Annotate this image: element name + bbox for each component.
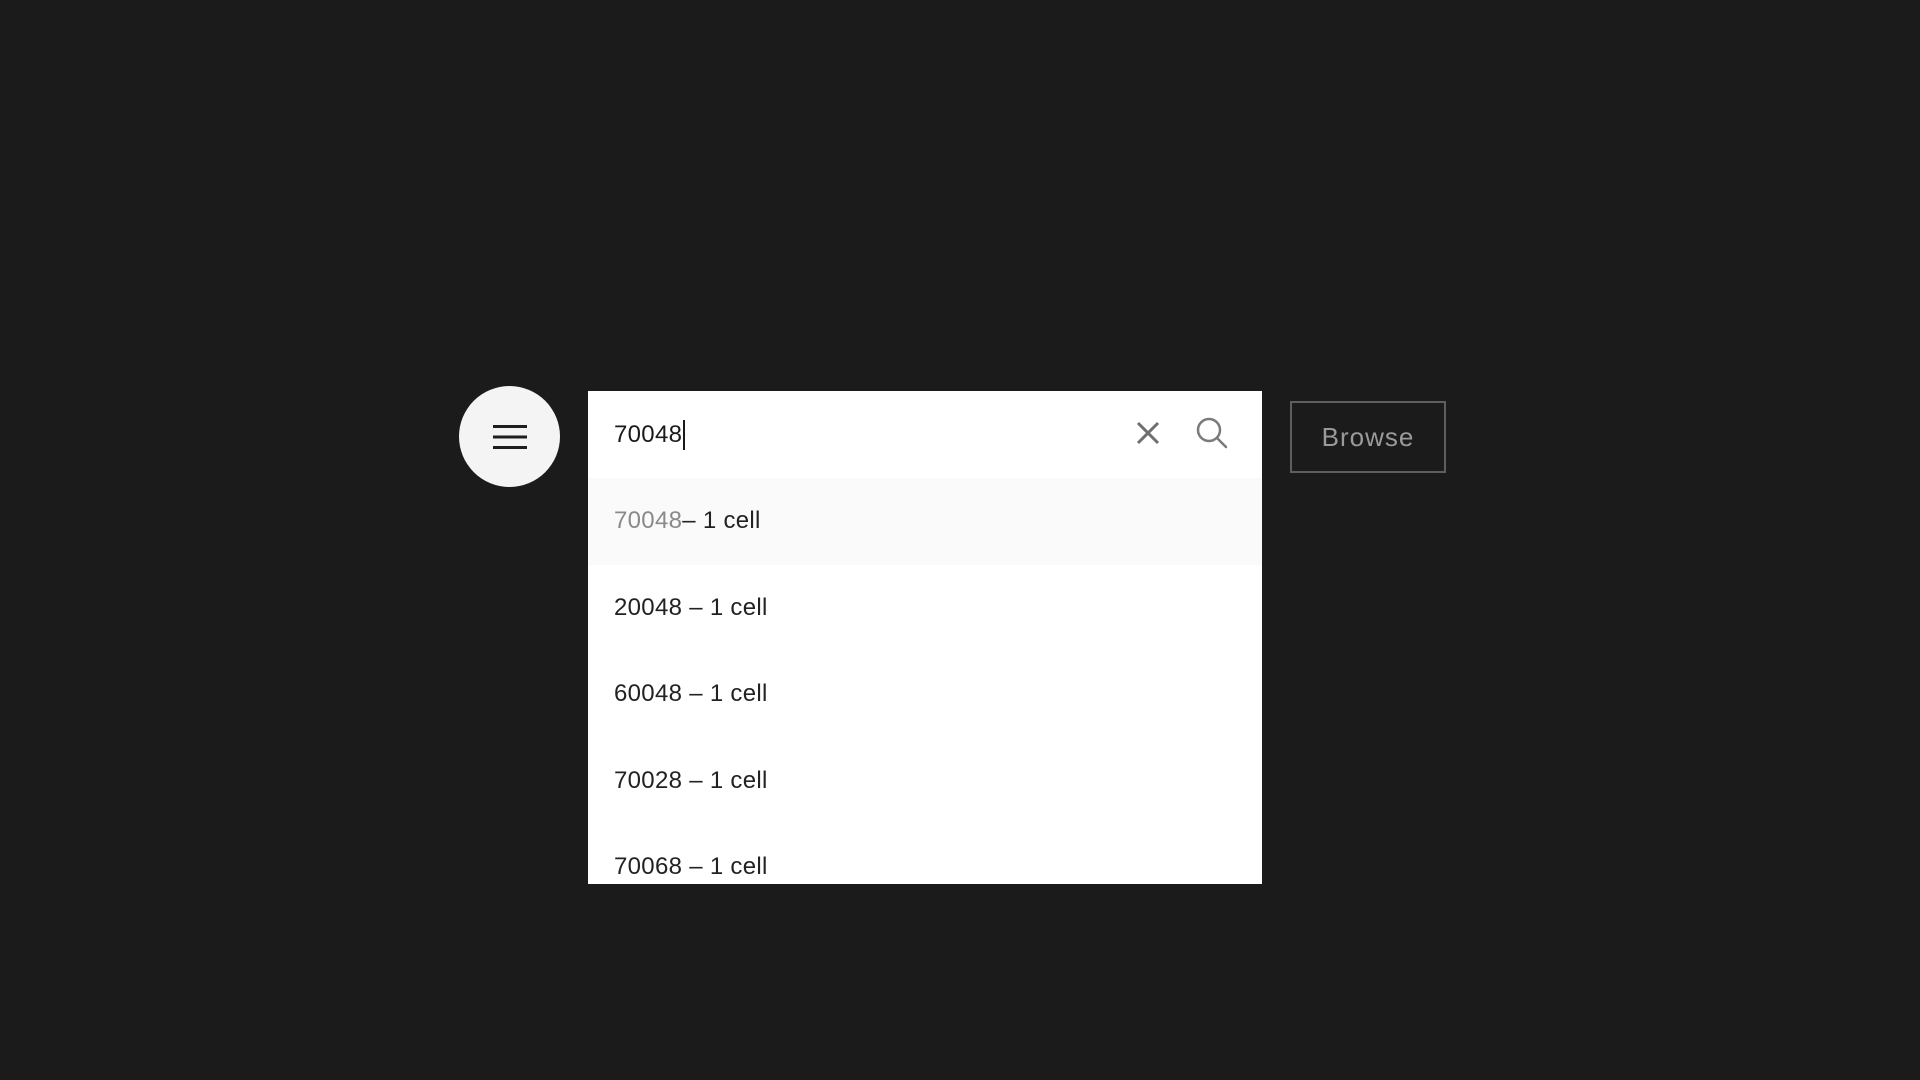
suggestion-text: – 1 cell (682, 507, 761, 535)
search-icon (1195, 416, 1229, 455)
suggestion-text: 20048 – 1 cell (614, 593, 768, 621)
suggestion-item[interactable]: 70068 – 1 cell (588, 824, 1262, 884)
suggestion-item[interactable]: 70028 – 1 cell (588, 738, 1262, 825)
search-input[interactable]: 70048 (614, 391, 686, 478)
clear-button[interactable] (1128, 415, 1168, 455)
suggestions-dropdown: 70048 – 1 cell 20048 – 1 cell 60048 – 1 … (588, 478, 1262, 884)
hamburger-menu-icon (492, 421, 528, 453)
search-box: 70048 (588, 391, 1262, 478)
app-stage: 70048 70048 – 1 cell 20048 – 1 cell 6004… (0, 0, 1920, 1080)
suggestion-match: 70048 (614, 507, 683, 535)
suggestion-item[interactable]: 20048 – 1 cell (588, 565, 1262, 652)
close-icon (1134, 419, 1162, 452)
browse-button[interactable]: Browse (1290, 401, 1446, 473)
suggestion-item[interactable]: 70048 – 1 cell (588, 478, 1262, 565)
search-button[interactable] (1190, 413, 1234, 457)
suggestion-item[interactable]: 60048 – 1 cell (588, 651, 1262, 738)
text-caret (683, 419, 686, 450)
menu-button[interactable] (459, 386, 560, 487)
search-input-value: 70048 (614, 421, 683, 448)
suggestion-text: 70028 – 1 cell (614, 766, 768, 794)
suggestion-text: 70068 – 1 cell (614, 853, 768, 881)
suggestion-text: 60048 – 1 cell (614, 680, 768, 708)
